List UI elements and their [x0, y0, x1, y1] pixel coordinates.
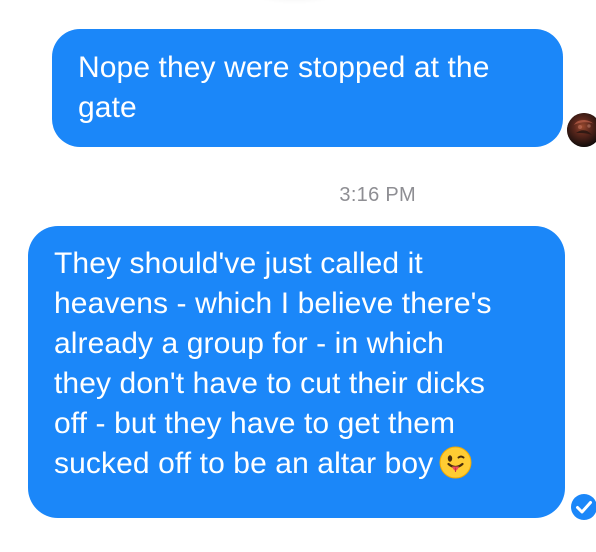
message-text-line: They should've just called it — [54, 247, 423, 280]
tongue-wink-emoji-graphic — [439, 446, 472, 479]
profile-avatar[interactable] — [567, 113, 596, 147]
message-text-line: gate — [78, 91, 137, 124]
message-timestamp: 3:16 PM — [339, 184, 416, 206]
chat-screen: Nope they were stopped at the gate 3:16 … — [0, 0, 596, 552]
avatar-image — [567, 113, 596, 147]
message-text-line: already a group for - in which — [54, 327, 444, 360]
delivered-check-icon — [569, 492, 596, 522]
message-text-line: Nope they were stopped at the — [78, 51, 490, 84]
outgoing-message-bubble-2[interactable]: They should've just called it heavens - … — [28, 226, 565, 518]
outgoing-message-bubble-1[interactable]: Nope they were stopped at the gate — [52, 29, 563, 147]
message-text-line: sucked off to be an altar boy — [54, 447, 434, 480]
message-text-line: off - but they have to get them — [54, 407, 456, 440]
message-text-line: heavens - which I believe there's — [54, 287, 492, 320]
delivered-check-graphic — [571, 494, 596, 520]
message-last-line: sucked off to be an altar boy — [54, 445, 545, 485]
tongue-wink-emoji — [439, 446, 472, 479]
top-scroll-shadow — [240, 0, 350, 4]
message-text-line: they don't have to cut their dicks — [54, 367, 486, 400]
